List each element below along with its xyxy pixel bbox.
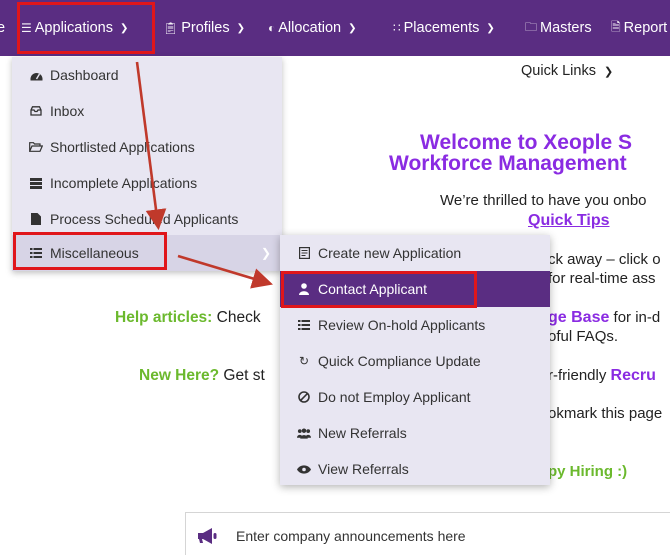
help-articles-line: Help articles: Check	[115, 309, 261, 327]
new-here-line: New Here? Get st	[139, 367, 265, 385]
menu-item-view-referrals[interactable]: View Referrals	[280, 451, 550, 487]
menu-item-label: Contact Applicant	[318, 281, 427, 297]
dashboard-icon	[29, 70, 43, 81]
quick-links-toggle[interactable]: Quick Links ❯	[521, 63, 613, 79]
menu-item-shortlisted-applications[interactable]: Shortlisted Applications	[12, 129, 282, 165]
menu-item-label: Miscellaneous	[50, 245, 139, 261]
menu-item-inbox[interactable]: Inbox	[12, 93, 282, 129]
new-here-label: New Here?	[139, 367, 220, 384]
nav-item-allocation[interactable]: ◐ Allocation ❯	[268, 0, 357, 56]
menu-item-create-new-application[interactable]: Create new Application	[280, 235, 550, 271]
user-icon	[297, 283, 311, 295]
nav-label: Profiles	[181, 20, 230, 36]
menu-item-quick-compliance-update[interactable]: ↻ Quick Compliance Update	[280, 343, 550, 379]
menu-item-label: Dashboard	[50, 67, 119, 83]
recruiter-line: r-friendly Recru	[548, 367, 656, 385]
inbox-icon	[29, 106, 43, 116]
help-articles-label: Help articles:	[115, 309, 213, 326]
welcome-text-fragment: okmark this page	[548, 405, 663, 422]
users-icon	[297, 427, 311, 439]
nav-label: Applications	[34, 20, 113, 36]
ban-icon	[297, 391, 311, 403]
menu-item-label: Review On-hold Applicants	[318, 317, 486, 333]
menu-item-label: View Referrals	[318, 461, 409, 477]
welcome-intro-text: We’re thrilled to have you onbo	[440, 192, 647, 209]
menu-item-incomplete-applications[interactable]: Incomplete Applications	[12, 165, 282, 201]
announcement-bar[interactable]: Enter company announcements here	[185, 512, 670, 555]
file-icon	[29, 213, 43, 225]
chevron-right-icon: ❯	[261, 246, 272, 260]
server-icon	[29, 177, 43, 189]
list-icon	[297, 320, 311, 330]
nav-label: Masters	[540, 20, 592, 36]
chevron-down-icon: ❯	[348, 22, 357, 34]
menu-item-label: Shortlisted Applications	[50, 139, 195, 155]
menu-item-review-on-hold-applicants[interactable]: Review On-hold Applicants	[280, 307, 550, 343]
menu-item-label: Do not Employ Applicant	[318, 389, 471, 405]
miscellaneous-submenu: Create new Application Contact Applicant…	[280, 235, 550, 485]
knowledge-base-text: for in-d	[609, 309, 661, 326]
nav-label: Report	[623, 20, 668, 36]
menu-item-label: Inbox	[50, 103, 85, 119]
menu-item-label: Incomplete Applications	[50, 175, 198, 191]
chevron-down-icon: ❯	[236, 22, 245, 34]
menu-item-process-scheduled-applicants[interactable]: Process Scheduled Applicants	[12, 201, 282, 237]
refresh-icon: ↻	[298, 354, 310, 368]
nav-item-reports[interactable]: 🗎 Report	[611, 0, 667, 56]
nav-item-masters[interactable]: 🗀 Masters	[525, 0, 592, 56]
top-navbar: e ☰ Applications ❯ 📋︎ Profiles ❯ ◐ Alloc…	[0, 0, 670, 56]
menu-item-miscellaneous[interactable]: Miscellaneous ❯	[12, 235, 282, 271]
nav-item-placements[interactable]: ∷ Placements ❯	[393, 0, 495, 56]
welcome-text-fragment: for real-time ass	[548, 270, 656, 287]
nav-label: Placements	[403, 20, 480, 36]
list-icon: ☰	[21, 21, 32, 35]
new-here-text: Get st	[219, 367, 265, 384]
help-articles-text: Check	[212, 309, 261, 326]
menu-item-label: Process Scheduled Applicants	[50, 211, 239, 227]
menu-item-new-referrals[interactable]: New Referrals	[280, 415, 550, 451]
menu-item-label: Quick Compliance Update	[318, 353, 481, 369]
form-icon	[297, 247, 311, 259]
knowledge-base-line: ge Base for in-d	[548, 309, 660, 327]
happy-hiring-text: py Hiring :)	[548, 463, 628, 480]
recruiter-text: r-friendly	[548, 367, 611, 384]
folder-icon: 🗀	[525, 19, 538, 34]
chevron-down-icon: ❯	[486, 22, 495, 34]
nav-edge-label: e	[0, 20, 6, 36]
file-icon: 🗎	[611, 19, 621, 34]
menu-item-contact-applicant[interactable]: Contact Applicant	[280, 271, 550, 307]
welcome-title-line2: Workforce Management	[389, 152, 627, 175]
menu-item-label: Create new Application	[318, 245, 462, 261]
recruiter-link[interactable]: Recru	[611, 367, 656, 384]
nav-label: Allocation	[278, 20, 342, 36]
applications-dropdown: Dashboard Inbox Shortlisted Applications…	[12, 57, 282, 271]
knowledge-base-link[interactable]: ge Base	[548, 309, 609, 326]
announcement-text: Enter company announcements here	[236, 528, 466, 544]
quick-links-label: Quick Links	[521, 63, 596, 79]
nav-item-applications[interactable]: ☰ Applications ❯	[21, 0, 128, 56]
folder-open-icon	[29, 142, 43, 152]
chevron-down-icon: ❯	[603, 65, 614, 78]
pie-icon: ◐	[268, 21, 276, 35]
menu-item-dashboard[interactable]: Dashboard	[12, 57, 282, 93]
quick-tips-link[interactable]: Quick Tips	[528, 212, 610, 230]
sitemap-icon: ∷	[393, 21, 401, 35]
eye-icon	[297, 464, 311, 474]
welcome-text-fragment: oful FAQs.	[548, 328, 619, 345]
chevron-down-icon: ❯	[119, 22, 129, 34]
nav-item-edge[interactable]: e	[0, 0, 5, 56]
nav-item-profiles[interactable]: 📋︎ Profiles ❯	[163, 0, 245, 56]
welcome-text-fragment: ck away – click o	[548, 251, 661, 268]
menu-item-do-not-employ-applicant[interactable]: Do not Employ Applicant	[280, 379, 550, 415]
megaphone-icon	[196, 526, 220, 546]
list-icon	[29, 248, 43, 258]
menu-item-label: New Referrals	[318, 425, 407, 441]
clipboard-icon: 📋︎	[163, 21, 179, 35]
